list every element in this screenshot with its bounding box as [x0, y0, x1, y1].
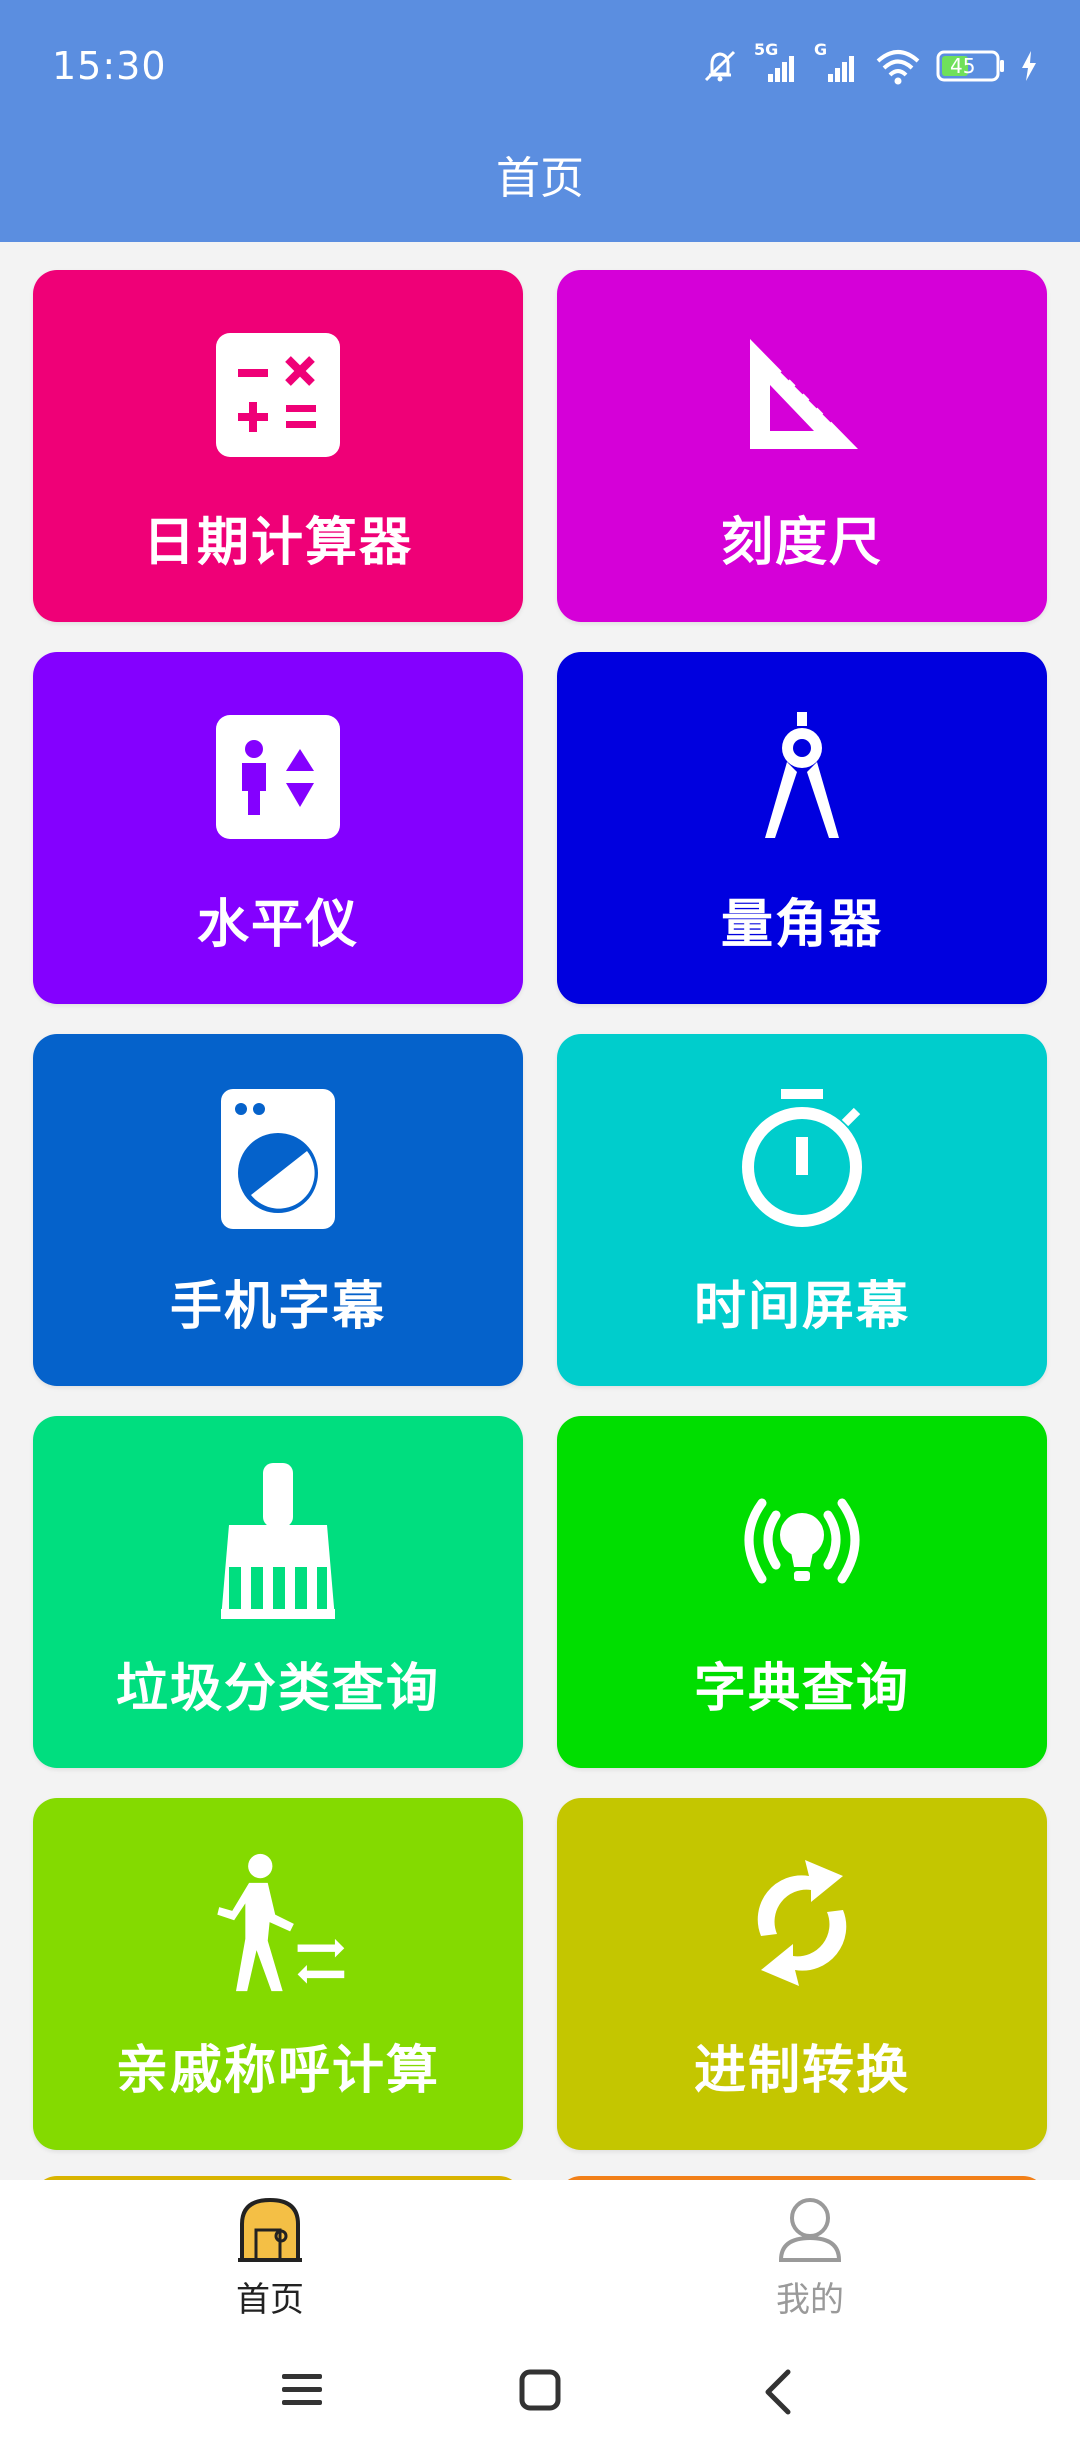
tile-label: 字典查询 [693, 1659, 910, 1719]
system-navigation-bar [0, 2330, 1080, 2460]
page-title: 首页 [496, 153, 584, 204]
tile-label: 日期计算器 [142, 513, 413, 573]
tile-relative-calculator[interactable]: 亲戚称呼计算 [33, 1798, 523, 2150]
elevator-icon [208, 712, 348, 842]
calculator-icon [208, 330, 348, 460]
walking-person-icon [208, 1853, 348, 1992]
sync-icon [732, 1858, 872, 1988]
tile-ruler[interactable]: 刻度尺 [557, 270, 1047, 622]
home-square-icon[interactable] [518, 2368, 562, 2416]
tile-phone-subtitle[interactable]: 手机字幕 [33, 1034, 523, 1386]
tile-label: 手机字幕 [169, 1277, 386, 1337]
nav-home-label: 首页 [236, 2280, 304, 2320]
tile-level[interactable]: 水平仪 [33, 652, 523, 1004]
back-chevron-icon[interactable] [760, 2368, 796, 2420]
tile-label: 量角器 [720, 895, 883, 955]
battery-icon: 45 [936, 49, 1006, 83]
status-icons: 5G G 45 [700, 40, 1038, 92]
mute-bell-icon [700, 46, 740, 86]
signal-g-icon: G [814, 40, 860, 84]
tile-label: 水平仪 [196, 895, 359, 955]
nav-mine-label: 我的 [776, 2280, 844, 2320]
set-square-icon [732, 330, 872, 460]
tile-label: 进制转换 [693, 2041, 910, 2101]
status-time: 15:30 [52, 44, 167, 88]
nav-mine[interactable]: 我的 [710, 2196, 910, 2321]
broom-icon [208, 1463, 348, 1619]
signal-5g-icon: 5G [754, 40, 800, 84]
wifi-icon [874, 47, 922, 85]
tile-date-calculator[interactable]: 日期计算器 [33, 270, 523, 622]
stopwatch-icon [732, 1089, 872, 1227]
user-profile-icon [777, 2198, 843, 2266]
home-door-icon [238, 2197, 302, 2266]
tile-dictionary[interactable]: 字典查询 [557, 1416, 1047, 1768]
tile-protractor[interactable]: 量角器 [557, 652, 1047, 1004]
idea-broadcast-icon [732, 1476, 872, 1606]
tile-base-conversion[interactable]: 进制转换 [557, 1798, 1047, 2150]
charging-bolt-icon [1020, 50, 1038, 82]
tile-garbage-sort[interactable]: 垃圾分类查询 [33, 1416, 523, 1768]
bottom-navigation: 首页 我的 [0, 2180, 1080, 2330]
tile-time-screen[interactable]: 时间屏幕 [557, 1034, 1047, 1386]
nav-home[interactable]: 首页 [170, 2196, 370, 2321]
tile-label: 刻度尺 [720, 513, 883, 573]
tool-grid: 日期计算器 刻度尺 水平仪 量角器 手机字幕 时间屏幕 垃圾分类查询 字典查询 … [33, 270, 1047, 2150]
tile-label: 亲戚称呼计算 [115, 2041, 440, 2101]
compass-icon [732, 712, 872, 842]
washing-machine-icon [208, 1089, 348, 1229]
app-header: 15:30 5G G 45 首页 [0, 0, 1080, 242]
tile-label: 时间屏幕 [693, 1277, 910, 1337]
tile-label: 垃圾分类查询 [115, 1659, 440, 1719]
menu-icon[interactable] [280, 2368, 324, 2416]
